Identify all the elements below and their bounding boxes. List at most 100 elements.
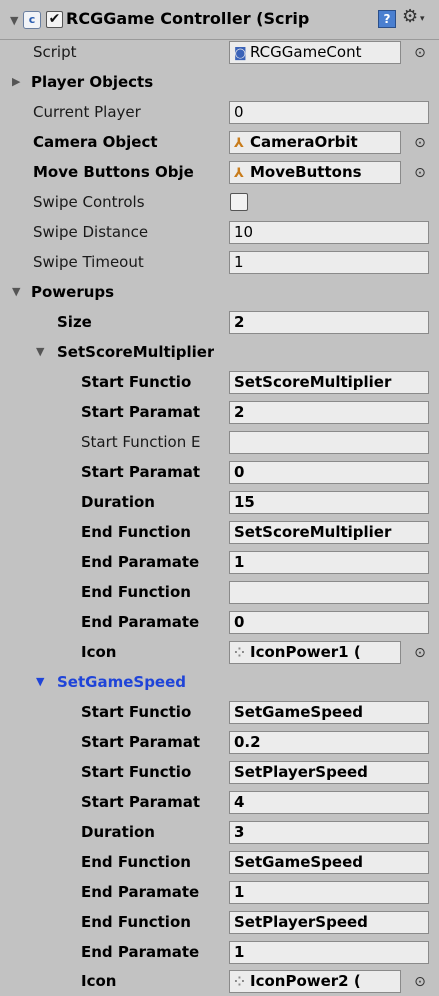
powerup-field-label: Start Paramat xyxy=(81,463,201,481)
powerup-field-row: Duration 15 xyxy=(0,487,439,517)
powerup-field-label: Duration xyxy=(81,823,155,841)
swipe-controls-row: Swipe Controls xyxy=(0,187,439,217)
swipe-controls-checkbox[interactable] xyxy=(230,193,248,211)
powerups-label[interactable]: Powerups xyxy=(31,282,114,302)
powerup-field-input[interactable]: SetScoreMultiplier xyxy=(229,371,429,394)
swipe-timeout-field[interactable]: 1 xyxy=(229,251,429,274)
texture-icon: ⁘ xyxy=(234,646,245,661)
component-enabled-checkbox[interactable]: ✔ xyxy=(46,11,63,28)
powerup-field-input[interactable]: SetScoreMultiplier xyxy=(229,521,429,544)
powerup-element-header-selected[interactable]: ▼ SetGameSpeed xyxy=(0,667,439,697)
object-picker-icon[interactable]: ⊙ xyxy=(410,43,430,63)
powerup-field-row: Start Functio SetScoreMultiplier xyxy=(0,367,439,397)
powerup-field-input[interactable]: SetGameSpeed xyxy=(229,851,429,874)
powerup-icon-row: Icon ⁘ IconPower2 ( ⊙ xyxy=(0,966,439,996)
powerup-foldout-icon[interactable]: ▼ xyxy=(36,674,44,690)
powerup-field-label: Start Paramat xyxy=(81,793,201,811)
powerup-element-header[interactable]: ▼ SetScoreMultiplier xyxy=(0,337,439,367)
powerups-row[interactable]: ▼ Powerups xyxy=(0,277,439,307)
move-buttons-value: MoveButtons xyxy=(250,163,362,181)
powerup-field-label: End Function xyxy=(81,853,191,871)
powerup-icon-row: Icon ⁘ IconPower1 ( ⊙ xyxy=(0,637,439,667)
powerups-foldout-icon[interactable]: ▼ xyxy=(12,284,20,300)
camera-object-row: Camera Object ⅄ CameraOrbit ⊙ xyxy=(0,127,439,157)
help-icon[interactable]: ? xyxy=(378,10,396,28)
powerup-icon-field[interactable]: ⁘ IconPower1 ( xyxy=(229,641,401,664)
powerup-icon-value: IconPower2 ( xyxy=(250,972,361,990)
powerup-field-label: Start Functio xyxy=(81,703,192,721)
gear-dropdown-icon[interactable]: ▾ xyxy=(420,14,425,24)
powerup-field-input[interactable]: 1 xyxy=(229,881,429,904)
powerup-field-label: End Function xyxy=(81,913,191,931)
powerup-field-input[interactable]: SetPlayerSpeed xyxy=(229,911,429,934)
object-picker-icon[interactable]: ⊙ xyxy=(410,133,430,153)
powerup-icon-value: IconPower1 ( xyxy=(250,643,361,661)
powerup-field-row: Start Paramat 2 xyxy=(0,397,439,427)
powerup-field-label: End Paramate xyxy=(81,943,200,961)
gameobject-icon: ⅄ xyxy=(234,136,244,151)
object-picker-icon[interactable]: ⊙ xyxy=(410,643,430,663)
player-objects-foldout-icon[interactable]: ▶ xyxy=(12,74,20,90)
camera-object-label: Camera Object xyxy=(33,133,158,151)
powerup-field-row: End Paramate 1 xyxy=(0,547,439,577)
camera-object-value: CameraOrbit xyxy=(250,133,358,151)
powerup-field-row: Start Paramat 4 xyxy=(0,787,439,817)
current-player-field[interactable]: 0 xyxy=(229,101,429,124)
component-header[interactable]: ▼ c ✔ RCGGame Controller (Scrip ? ⚙ ▾ xyxy=(0,0,439,40)
powerup-field-input[interactable]: 0 xyxy=(229,611,429,634)
gear-icon[interactable]: ⚙ xyxy=(402,6,418,27)
script-value: RCGGameCont xyxy=(250,43,362,61)
player-objects-label[interactable]: Player Objects xyxy=(31,72,153,92)
powerup-field-input[interactable]: 3 xyxy=(229,821,429,844)
script-field[interactable]: ◙ RCGGameCont xyxy=(229,41,401,64)
powerup-field-label: Start Paramat xyxy=(81,733,201,751)
component-title: RCGGame Controller (Scrip xyxy=(66,9,310,28)
move-buttons-field[interactable]: ⅄ MoveButtons xyxy=(229,161,401,184)
powerups-size-field[interactable]: 2 xyxy=(229,311,429,334)
powerup-field-row: Start Functio SetGameSpeed xyxy=(0,697,439,727)
powerups-size-row: Size 2 xyxy=(0,307,439,337)
powerups-size-label: Size xyxy=(57,313,92,331)
powerup-name[interactable]: SetScoreMultiplier xyxy=(57,342,214,362)
powerup-icon-field[interactable]: ⁘ IconPower2 ( xyxy=(229,970,401,993)
camera-object-field[interactable]: ⅄ CameraOrbit xyxy=(229,131,401,154)
swipe-distance-label: Swipe Distance xyxy=(33,223,149,241)
script-row: Script ◙ RCGGameCont ⊙ xyxy=(0,37,439,67)
current-player-row: Current Player 0 xyxy=(0,97,439,127)
object-picker-icon[interactable]: ⊙ xyxy=(410,972,430,992)
swipe-timeout-label: Swipe Timeout xyxy=(33,253,144,271)
powerup-field-row: Start Paramat 0 xyxy=(0,457,439,487)
powerup-foldout-icon[interactable]: ▼ xyxy=(36,344,44,360)
player-objects-row[interactable]: ▶ Player Objects xyxy=(0,67,439,97)
powerup-field-label: End Paramate xyxy=(81,553,200,571)
object-picker-icon[interactable]: ⊙ xyxy=(410,163,430,183)
component-foldout-icon[interactable]: ▼ xyxy=(10,14,18,27)
powerup-field-row: End Paramate 0 xyxy=(0,607,439,637)
powerup-field-input[interactable] xyxy=(229,431,429,454)
script-label: Script xyxy=(33,43,77,61)
move-buttons-label: Move Buttons Obje xyxy=(33,163,194,181)
script-ref-icon: ◙ xyxy=(234,46,247,61)
texture-icon: ⁘ xyxy=(234,975,245,990)
powerup-field-label: Duration xyxy=(81,493,155,511)
current-player-label: Current Player xyxy=(33,103,141,121)
powerup-field-input[interactable]: 2 xyxy=(229,401,429,424)
powerup-field-input[interactable] xyxy=(229,581,429,604)
powerup-field-row: Start Functio SetPlayerSpeed xyxy=(0,757,439,787)
powerup-field-row: End Function SetPlayerSpeed xyxy=(0,907,439,937)
powerup-field-input[interactable]: 4 xyxy=(229,791,429,814)
powerup-field-label: End Function xyxy=(81,523,191,541)
powerup-field-input[interactable]: SetPlayerSpeed xyxy=(229,761,429,784)
powerup-field-input[interactable]: SetGameSpeed xyxy=(229,701,429,724)
powerup-field-input[interactable]: 0 xyxy=(229,461,429,484)
powerup-field-input[interactable]: 0.2 xyxy=(229,731,429,754)
powerup-field-label: Start Functio xyxy=(81,373,192,391)
move-buttons-row: Move Buttons Obje ⅄ MoveButtons ⊙ xyxy=(0,157,439,187)
swipe-timeout-row: Swipe Timeout 1 xyxy=(0,247,439,277)
powerup-field-input[interactable]: 15 xyxy=(229,491,429,514)
swipe-distance-field[interactable]: 10 xyxy=(229,221,429,244)
powerup-name[interactable]: SetGameSpeed xyxy=(57,672,186,692)
powerup-field-label: End Function xyxy=(81,583,191,601)
powerup-field-input[interactable]: 1 xyxy=(229,941,429,964)
powerup-field-input[interactable]: 1 xyxy=(229,551,429,574)
